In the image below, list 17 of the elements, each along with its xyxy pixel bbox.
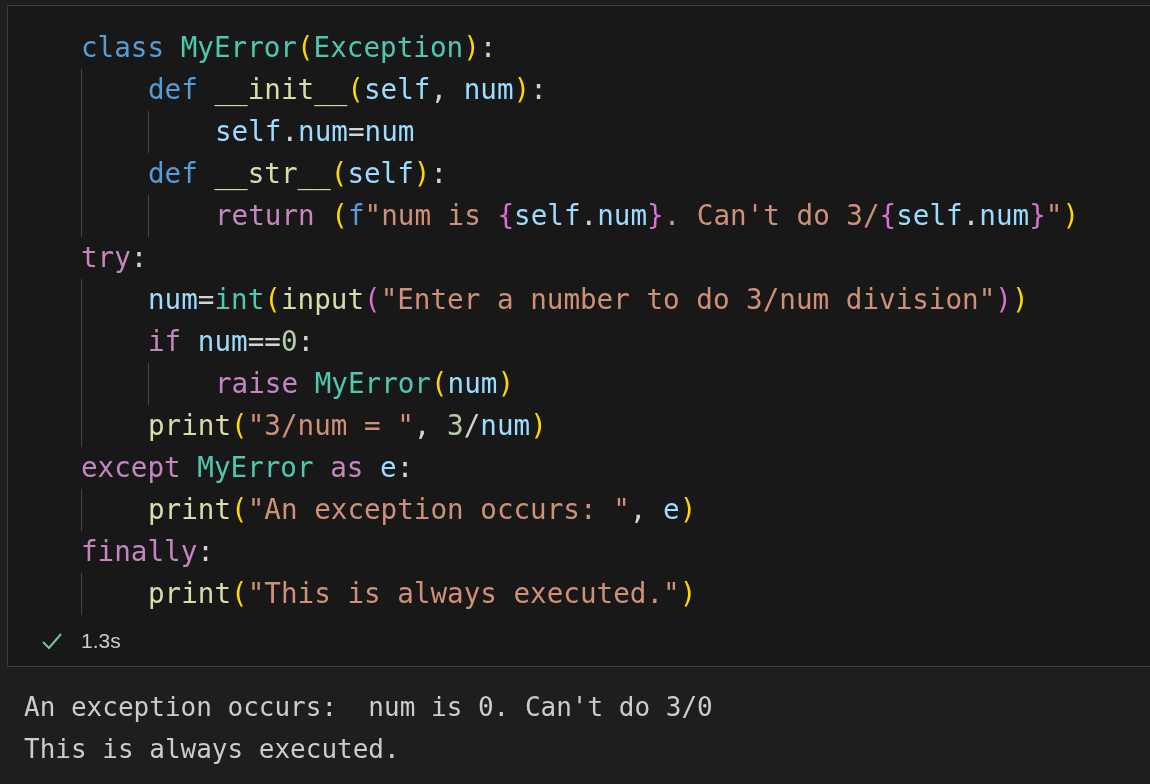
code-line: except MyError as e: bbox=[81, 450, 414, 486]
code-line: finally: bbox=[81, 534, 214, 570]
code-line: self.num=num bbox=[215, 114, 415, 150]
code-line: print("An exception occurs: ", e) bbox=[148, 492, 697, 528]
code-line: if num==0: bbox=[148, 324, 315, 360]
execution-time: 1.3s bbox=[81, 627, 121, 654]
code-line: print("3/num = ", 3/num) bbox=[148, 408, 547, 444]
code-line: num=int(input("Enter a number to do 3/num division")) bbox=[148, 282, 1029, 318]
code-line: class MyError(Exception): bbox=[81, 30, 497, 66]
code-line: def __str__(self): bbox=[148, 156, 448, 192]
output-line: This is always executed. bbox=[24, 733, 400, 766]
code-line: def __init__(self, num): bbox=[148, 72, 547, 108]
code-line: return (f"num is {self.num}. Can't do 3/{self.num}") bbox=[215, 198, 1079, 234]
code-line: print("This is always executed.") bbox=[148, 576, 697, 612]
output-line: An exception occurs: num is 0. Can't do 3/0 bbox=[24, 691, 713, 724]
code-line: try: bbox=[81, 240, 148, 276]
code-line: raise MyError(num) bbox=[215, 366, 515, 402]
